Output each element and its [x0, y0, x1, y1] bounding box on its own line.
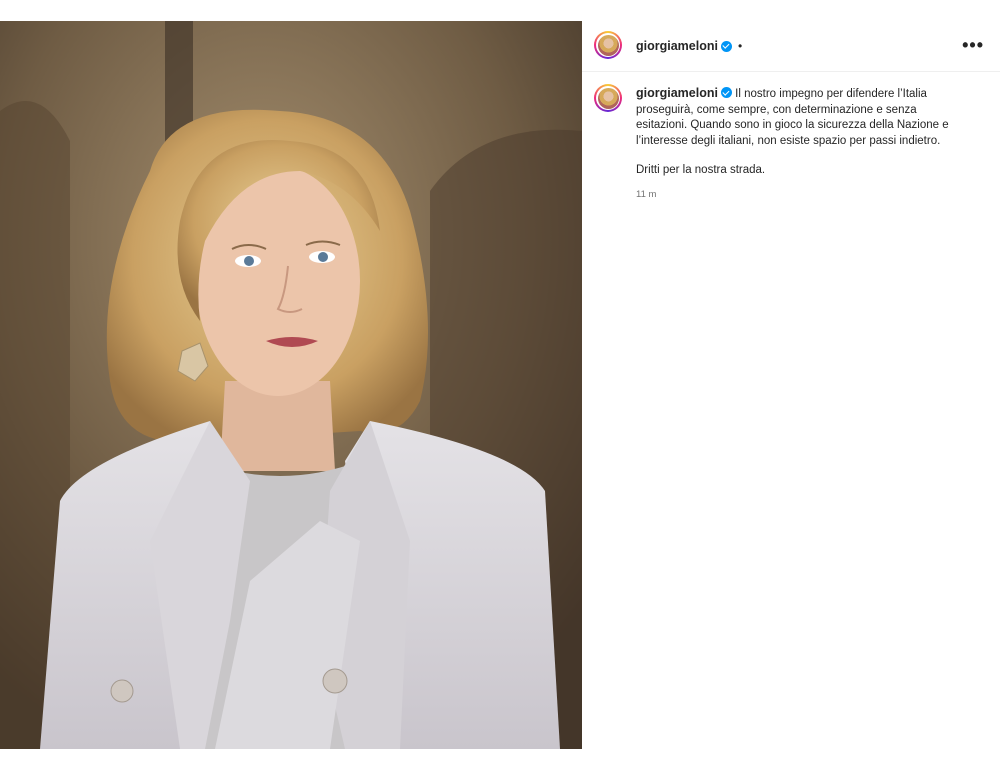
verified-badge-icon: [720, 40, 732, 52]
caption-block: giorgiameloni Il nostro impegno per dife…: [582, 72, 1000, 202]
more-options-icon[interactable]: •••: [962, 35, 984, 56]
post-side-panel: giorgiameloni • ••• giorgiameloni Il nos…: [582, 21, 1000, 749]
caption-avatar[interactable]: [594, 84, 622, 112]
caption-text: giorgiameloni Il nostro impegno per dife…: [636, 84, 966, 202]
caption-username[interactable]: giorgiameloni: [636, 86, 718, 100]
header-avatar[interactable]: [594, 31, 622, 59]
header-username[interactable]: giorgiameloni: [636, 39, 718, 53]
caption-closing: Dritti per la nostra strada.: [636, 164, 766, 176]
post-header: giorgiameloni • •••: [582, 21, 1000, 72]
post-timestamp[interactable]: 11 m: [636, 187, 966, 203]
post-photo[interactable]: [0, 21, 582, 749]
header-dot: •: [737, 39, 743, 53]
verified-badge-icon: [720, 87, 732, 98]
post-photo-illustration: [0, 21, 582, 749]
